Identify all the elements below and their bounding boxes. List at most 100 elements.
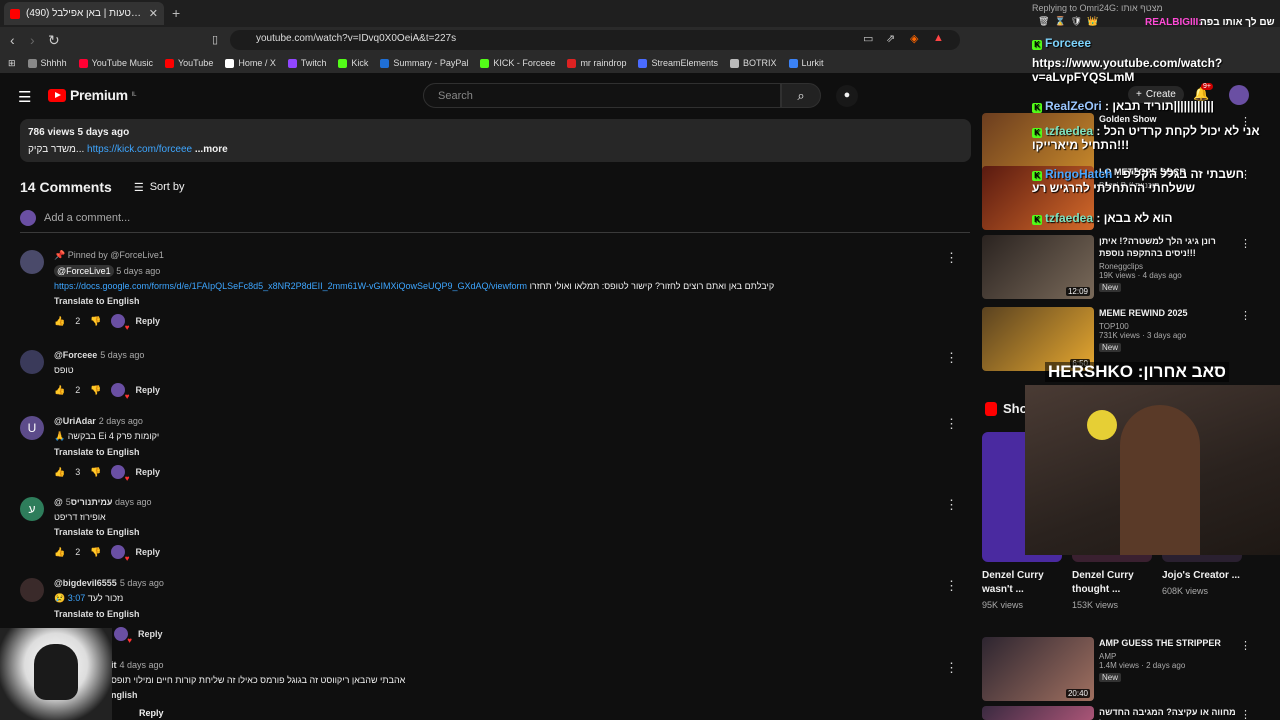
new-tab-icon[interactable]: + xyxy=(172,5,180,21)
comment-date[interactable]: 2 days ago xyxy=(99,416,143,426)
comment-date[interactable]: 5 days ago xyxy=(116,266,160,276)
video-thumbnail[interactable] xyxy=(982,706,1094,720)
share-icon[interactable]: ⇗ xyxy=(886,32,895,45)
menu-icon[interactable]: ☰ xyxy=(18,88,31,106)
voice-search-icon[interactable]: ● xyxy=(836,85,858,107)
bookmark-item[interactable]: Summary - PayPal xyxy=(380,58,468,68)
more-options-icon[interactable]: ⋮ xyxy=(1240,237,1251,250)
avatar[interactable]: ע xyxy=(20,497,44,521)
description-link[interactable]: https://kick.com/forceee xyxy=(87,144,192,155)
dislike-icon[interactable]: 👎 xyxy=(90,467,101,478)
reply-button[interactable]: Reply xyxy=(111,708,1011,718)
like-icon[interactable]: 👍 xyxy=(54,547,65,558)
forward-icon[interactable]: › xyxy=(30,32,35,48)
bookmark-item[interactable]: BOTRIX xyxy=(729,58,777,68)
channel-name[interactable]: TOP100 xyxy=(1099,322,1239,331)
youtube-logo[interactable]: Premium IL xyxy=(48,87,137,103)
bookmark-item[interactable]: mr raindrop xyxy=(567,58,626,68)
translate-link[interactable]: Translate to English xyxy=(54,296,954,306)
bookmark-item[interactable]: StreamElements xyxy=(638,58,718,68)
search-button[interactable]: ⌕ xyxy=(781,83,821,108)
reply-button[interactable]: Reply xyxy=(135,547,160,557)
comment-author[interactable]: @Forceee xyxy=(54,350,97,360)
more-options-icon[interactable]: ⋮ xyxy=(1240,708,1251,720)
channel-name[interactable]: Roneggclips xyxy=(1099,262,1239,271)
short-title[interactable]: Jojo's Creator ... xyxy=(1162,569,1242,583)
more-link[interactable]: ...more xyxy=(195,144,228,155)
bookmark-item[interactable]: Kick xyxy=(338,58,368,68)
like-icon[interactable]: 👍 xyxy=(54,385,65,396)
short-title[interactable]: Denzel Curry thought ... xyxy=(1072,569,1152,597)
more-options-icon[interactable]: ⋮ xyxy=(1240,309,1251,322)
short-title[interactable]: Denzel Curry wasn't ... xyxy=(982,569,1062,597)
bookmark-item[interactable]: Twitch xyxy=(287,58,326,68)
more-options-icon[interactable]: ⋮ xyxy=(945,578,958,594)
video-title[interactable]: MEME REWIND 2025 xyxy=(1099,307,1239,319)
translate-link[interactable]: Translate to English xyxy=(54,527,954,537)
more-options-icon[interactable]: ⋮ xyxy=(1240,639,1251,652)
avatar[interactable] xyxy=(20,250,44,274)
more-options-icon[interactable]: ⋮ xyxy=(945,250,958,266)
more-options-icon[interactable]: ⋮ xyxy=(945,350,958,366)
reply-button[interactable]: Reply xyxy=(138,629,163,639)
add-comment-field[interactable]: Add a comment... xyxy=(20,210,970,233)
more-options-icon[interactable]: ⋮ xyxy=(945,416,958,432)
recommended-video[interactable]: 20:40 AMP GUESS THE STRIPPER AMP 1.4M views… xyxy=(982,637,1252,701)
comment-author[interactable]: @UriAdar xyxy=(54,416,96,426)
bookmark-item[interactable]: YouTube Music xyxy=(78,58,153,68)
bookmark-star-icon[interactable]: ▯ xyxy=(212,33,218,46)
translate-link[interactable]: Translate to English xyxy=(54,609,954,619)
recommended-video[interactable]: מחווה או עקיצה? המגיבה החדשה של⋮ xyxy=(982,706,1252,720)
avatar[interactable] xyxy=(20,578,44,602)
comment-author[interactable]: @ForceLive1 xyxy=(54,265,114,277)
bookmark-item[interactable]: Shhhh xyxy=(27,58,67,68)
comment-link[interactable]: https://docs.google.com/forms/d/e/1FAIpQ… xyxy=(54,281,527,291)
video-title[interactable]: AMP GUESS THE STRIPPER xyxy=(1099,637,1239,649)
comment-date[interactable]: 4 days ago xyxy=(120,660,164,670)
bookmark-item[interactable]: Lurkit xyxy=(788,58,824,68)
bookmark-item[interactable]: KICK - Forceee xyxy=(480,58,555,68)
search-input[interactable]: Search xyxy=(423,83,781,108)
short-item[interactable]: Jojo's Creator ... 608K views xyxy=(1162,569,1242,596)
translate-link[interactable]: nglish xyxy=(111,690,1011,700)
bookmark-item[interactable]: Home / X xyxy=(225,58,276,68)
short-item[interactable]: Denzel Curry wasn't ... 95K views xyxy=(982,569,1062,610)
brave-shield-icon[interactable]: ◈ xyxy=(910,32,918,45)
browser-tab[interactable]: (490) זו הייתה טעות | באן אפילבל ✕ xyxy=(4,2,164,25)
sort-by-button[interactable]: ☰ Sort by xyxy=(134,181,185,194)
comment-date[interactable]: 5 days ago xyxy=(120,578,164,588)
like-icon[interactable]: 👍 xyxy=(54,316,65,327)
cast-icon[interactable]: ▭ xyxy=(863,32,873,45)
more-options-icon[interactable]: ⋮ xyxy=(945,497,958,513)
dislike-icon[interactable]: 👎 xyxy=(90,316,101,327)
comment-date[interactable]: 5 days ago xyxy=(100,350,144,360)
comment-author[interactable]: @עמיתנוריס xyxy=(54,497,113,507)
avatar[interactable] xyxy=(20,350,44,374)
short-item[interactable]: Denzel Curry thought ... 153K views xyxy=(1072,569,1152,610)
recommended-video[interactable]: 12:09 רונן גיגי הלך למשטרה?! איתן ניסים ב… xyxy=(982,235,1252,299)
more-options-icon[interactable]: ⋮ xyxy=(945,660,958,676)
rewards-icon[interactable]: ▲ xyxy=(933,32,944,44)
reply-button[interactable]: Reply xyxy=(135,316,160,326)
dislike-icon[interactable]: 👎 xyxy=(90,385,101,396)
bookmark-item[interactable]: YouTube xyxy=(164,58,213,68)
url-field[interactable]: youtube.com/watch?v=IDvq0X0OeiA&t=227s xyxy=(230,30,960,50)
translate-link[interactable]: Translate to English xyxy=(54,447,954,457)
video-thumbnail[interactable]: 20:40 xyxy=(982,637,1094,701)
reply-button[interactable]: Reply xyxy=(135,385,160,395)
back-icon[interactable]: ‹ xyxy=(10,32,15,48)
dislike-icon[interactable]: 👎 xyxy=(90,547,101,558)
like-icon[interactable]: 👍 xyxy=(54,467,65,478)
video-description[interactable]: 786 views 5 days ago משדר בקיק... https:… xyxy=(20,119,971,162)
comment-timestamp[interactable]: 3:07 xyxy=(68,593,86,603)
channel-name[interactable]: AMP xyxy=(1099,652,1239,661)
apps-grid-icon[interactable]: ⊞ xyxy=(8,58,16,69)
video-thumbnail[interactable]: 12:09 xyxy=(982,235,1094,299)
tab-close-icon[interactable]: ✕ xyxy=(149,7,158,20)
comment-author[interactable]: @bigdevil6555 xyxy=(54,578,117,588)
reply-button[interactable]: Reply xyxy=(135,467,160,477)
reload-icon[interactable]: ↻ xyxy=(48,32,60,49)
avatar[interactable]: U xyxy=(20,416,44,440)
video-title[interactable]: רונן גיגי הלך למשטרה?! איתן ניסים בהתקפה… xyxy=(1099,235,1239,259)
video-title[interactable]: מחווה או עקיצה? המגיבה החדשה של xyxy=(1099,706,1239,720)
